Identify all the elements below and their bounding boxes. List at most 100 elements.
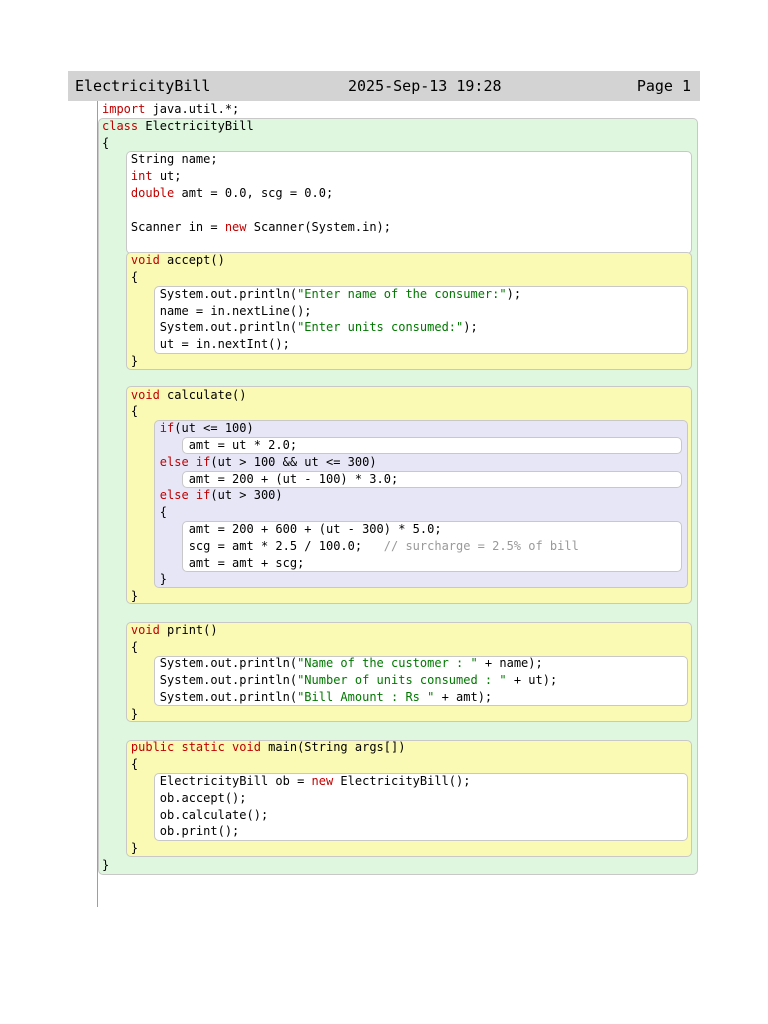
keyword-token: else if (159, 488, 211, 503)
code-token: + name); (477, 656, 543, 671)
code-token: ElectricityBill(); (333, 774, 471, 788)
keyword-token: double (130, 186, 175, 200)
code-line: amt = 200 + (ut - 100) * 3.0; (102, 471, 399, 488)
code-line: double amt = 0.0, scg = 0.0; (102, 185, 333, 202)
code-line: { (102, 504, 167, 521)
keyword-token: import (102, 102, 146, 116)
code-line: void print() (102, 622, 218, 639)
code-token: ElectricityBill ob = (102, 774, 312, 788)
code-token: + ut); (506, 673, 558, 688)
code-line: System.out.println("Number of units cons… (102, 672, 557, 689)
string-token: "Enter units consumed:" (297, 320, 464, 335)
code-token: main(String args[]) (260, 740, 406, 755)
code-line: { (102, 639, 138, 656)
code-token: ut = in.nextInt(); (102, 337, 290, 352)
code-token: Scanner in = (102, 219, 225, 234)
code-token: System.out.println( (102, 673, 298, 688)
code-token: ); (506, 286, 522, 301)
code-line: } (102, 857, 109, 874)
code-line: public static void main(String args[]) (102, 739, 406, 756)
keyword-token: int (130, 169, 153, 184)
code-token: amt = 200 + 600 + (ut - 300) * 5.0; (102, 522, 442, 536)
code-line: { (102, 135, 109, 152)
code-line: ob.accept(); (102, 790, 247, 807)
keyword-token: else if (159, 454, 211, 469)
code-token: System.out.println( (102, 690, 298, 704)
code-token: scg = amt * 2.5 / 100.0; (102, 538, 384, 553)
code-line: int ut; (102, 168, 182, 185)
code-line: { (102, 756, 138, 773)
code-token: java.util.*; (145, 102, 240, 116)
code-token: amt = amt + scg; (102, 555, 305, 570)
comment-token: // surcharge = 2.5% of bill (383, 538, 579, 553)
code-token: ob.calculate(); (102, 807, 269, 822)
string-token: "Name of the customer : " (297, 656, 478, 671)
code-line: System.out.println("Enter units consumed… (102, 319, 478, 336)
code-token: Scanner(System.in); (246, 219, 392, 234)
code-token: amt = ut * 2.0; (102, 438, 298, 452)
code-line: class ElectricityBill (102, 118, 254, 135)
keyword-token: void (130, 387, 160, 402)
code-line: } (102, 706, 138, 723)
string-token: "Enter name of the consumer:" (297, 286, 507, 301)
code-token: print() (159, 622, 218, 637)
keyword-token: class (102, 118, 139, 133)
code-line: } (102, 840, 138, 857)
keyword-token: new (224, 219, 247, 234)
code-token: { (102, 404, 139, 419)
code-token: (ut > 300) (210, 488, 283, 503)
code-token: accept() (159, 253, 225, 268)
keyword-token: void (130, 622, 160, 637)
page-header: ElectricityBill 2025-Sep-13 19:28 Page 1 (68, 71, 700, 101)
code-token: ob.print(); (102, 824, 240, 839)
code-token: { (102, 639, 139, 654)
code-token: } (102, 589, 139, 604)
code-line: ElectricityBill ob = new ElectricityBill… (102, 773, 471, 790)
code-token: calculate() (159, 387, 247, 402)
string-token: "Number of units consumed : " (297, 673, 507, 688)
code-token: System.out.println( (102, 320, 298, 335)
code-token: { (102, 757, 139, 772)
code-token: { (102, 505, 168, 520)
keyword-token: void (130, 253, 160, 268)
code-line: else if(ut > 300) (102, 487, 283, 504)
code-line: name = in.nextLine(); (102, 303, 312, 320)
page-number: Page 1 (636, 77, 691, 95)
code-token: ob.accept(); (102, 790, 247, 805)
code-line: Scanner in = new Scanner(System.in); (102, 219, 391, 236)
code-token: (ut > 100 && ut <= 300) (210, 454, 377, 469)
code-line: void calculate() (102, 387, 247, 404)
keyword-token: if (159, 421, 175, 436)
keyword-token: new (311, 774, 334, 788)
code-token: ); (463, 320, 478, 335)
code-line: ut = in.nextInt(); (102, 336, 290, 353)
code-line: ob.print(); (102, 823, 239, 840)
code-token: { (102, 135, 110, 150)
code-token: amt = 200 + (ut - 100) * 3.0; (102, 471, 399, 486)
code-line: } (102, 588, 138, 605)
code-line: System.out.println("Name of the customer… (102, 655, 543, 672)
code-line: System.out.println("Enter name of the co… (102, 286, 521, 303)
code-line: } (102, 353, 138, 370)
code-token: } (102, 706, 139, 721)
code-line: { (102, 269, 138, 286)
code-token: { (102, 270, 139, 284)
code-token: } (102, 354, 139, 368)
code-token: ElectricityBill (138, 118, 254, 133)
code-line: String name; (102, 151, 218, 168)
code-token: name = in.nextLine(); (102, 303, 312, 318)
code-line: import java.util.*; (102, 101, 239, 118)
code-line: ob.calculate(); (102, 807, 268, 824)
code-line: } (102, 571, 167, 588)
code-token: (ut <= 100) (174, 421, 254, 436)
code-line: scg = amt * 2.5 / 100.0; // surcharge = … (102, 538, 579, 555)
code-line: void accept() (102, 252, 225, 269)
code-token: amt = 0.0, scg = 0.0; (174, 186, 334, 200)
code-line: if(ut <= 100) (102, 420, 254, 437)
